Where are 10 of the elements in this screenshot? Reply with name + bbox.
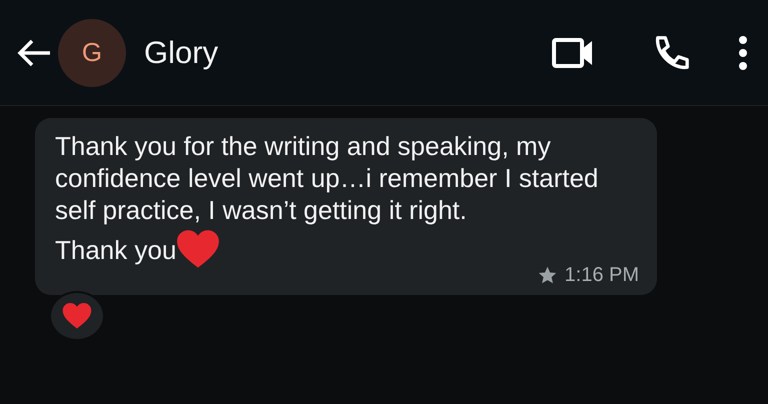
video-call-icon[interactable] bbox=[552, 36, 594, 68]
menu-icon[interactable] bbox=[738, 36, 748, 70]
heart-icon bbox=[176, 230, 220, 270]
contact-name[interactable]: Glory bbox=[144, 34, 218, 70]
message-text: Thank you for the writing and speaking, my confidence level went up…i remember I started self practice, I wasn’t getting it right. bbox=[55, 130, 600, 226]
heart-icon bbox=[62, 302, 92, 330]
back-icon[interactable] bbox=[16, 38, 52, 68]
message-text: Thank you bbox=[55, 234, 176, 266]
avatar[interactable]: G bbox=[58, 18, 126, 86]
message-time: 1:16 PM bbox=[564, 264, 639, 287]
